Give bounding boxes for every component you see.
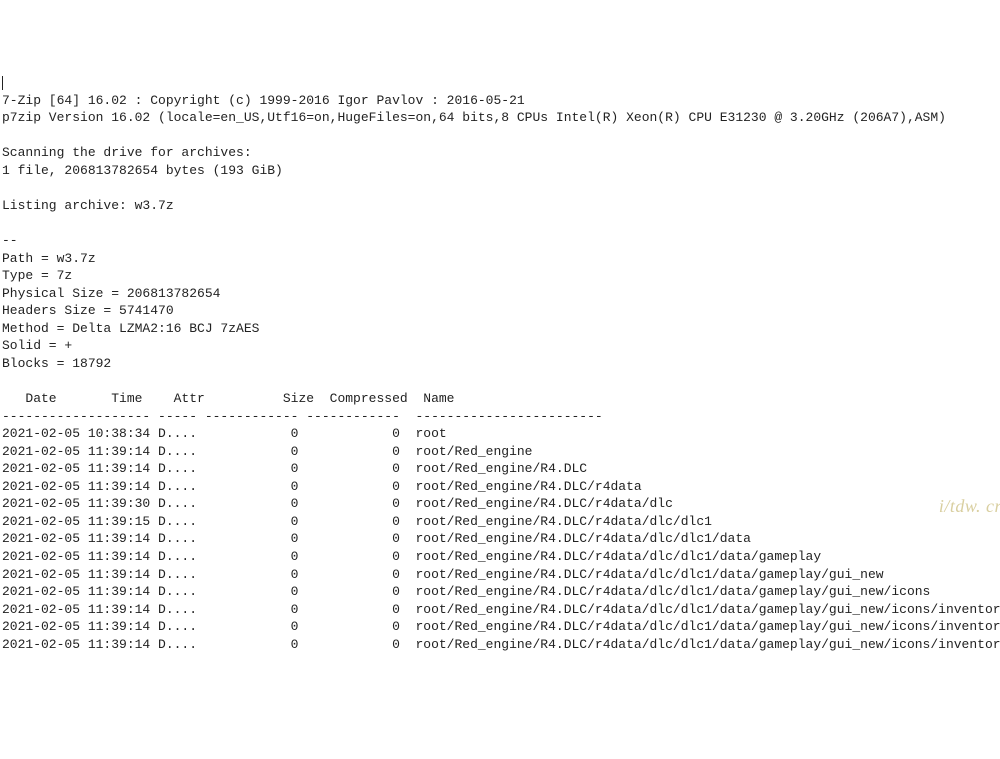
header-line-2: p7zip Version 16.02 (locale=en_US,Utf16=… xyxy=(2,110,946,125)
meta-blocks: Blocks = 18792 xyxy=(2,356,111,371)
meta-path: Path = w3.7z xyxy=(2,251,96,266)
meta-physical-size: Physical Size = 206813782654 xyxy=(2,286,220,301)
header-line-1: 7-Zip [64] 16.02 : Copyright (c) 1999-20… xyxy=(2,93,525,108)
scan-line-1: Scanning the drive for archives: xyxy=(2,145,252,160)
meta-type: Type = 7z xyxy=(2,268,72,283)
scan-line-2: 1 file, 206813782654 bytes (193 GiB) xyxy=(2,163,283,178)
table-header: Date Time Attr Size Compressed Name xyxy=(2,391,454,406)
dashes: -- xyxy=(2,233,18,248)
watermark-text: i/tdw. cr xyxy=(939,494,1000,518)
meta-headers-size: Headers Size = 5741470 xyxy=(2,303,174,318)
meta-solid: Solid = + xyxy=(2,338,72,353)
text-cursor xyxy=(2,76,3,90)
meta-method: Method = Delta LZMA2:16 BCJ 7zAES xyxy=(2,321,259,336)
listing-line: Listing archive: w3.7z xyxy=(2,198,174,213)
table-separator: ------------------- ----- ------------ -… xyxy=(2,409,603,424)
table-body: 2021-02-05 10:38:34 D.... 0 0 root 2021-… xyxy=(2,425,998,653)
